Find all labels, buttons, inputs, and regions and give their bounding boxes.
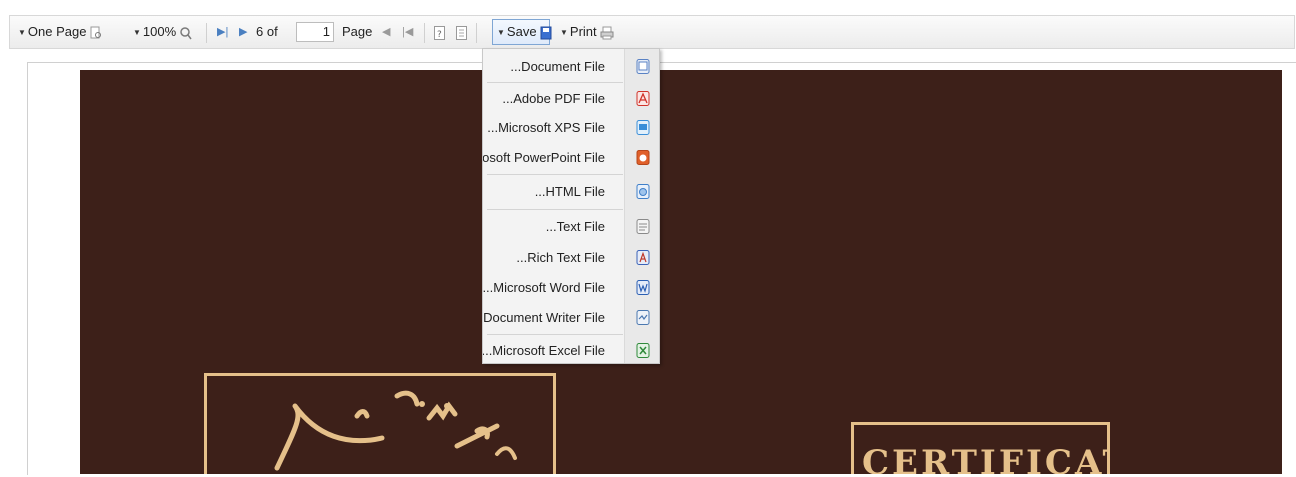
document-file-icon <box>636 59 650 74</box>
menu-item-html[interactable]: ...HTML File <box>483 176 659 207</box>
menu-item-label: ...Document File <box>510 59 605 74</box>
menu-item-label: ...Text File <box>545 219 605 234</box>
menu-item-text[interactable]: ...Text File <box>483 211 659 242</box>
save-dropdown-button[interactable]: ▼ Save <box>492 19 552 45</box>
menu-separator <box>487 174 623 175</box>
calligraphy-logo <box>274 390 517 471</box>
excel-file-icon <box>636 343 650 358</box>
one-page-dropdown[interactable]: ▼ One Page <box>18 16 102 48</box>
printer-icon <box>600 26 614 40</box>
menu-separator <box>487 209 623 210</box>
last-page-button[interactable]: ▶| <box>217 16 228 48</box>
menu-item-label: ...Rich Text File <box>516 250 605 265</box>
menu-item-label: ...OpenDocument Writer File <box>483 310 605 325</box>
menu-item-pdf[interactable]: ...Adobe PDF File <box>483 83 659 114</box>
menu-item-odt[interactable]: ...OpenDocument Writer File <box>483 302 659 333</box>
dropdown-arrow-icon: ▼ <box>560 27 568 37</box>
save-label: Save <box>506 24 537 39</box>
menu-item-label: ...Microsoft XPS File <box>487 120 605 135</box>
certificate-heading: CERTIFICATE <box>862 443 1107 474</box>
menu-item-powerpoint[interactable]: ...Microsoft PowerPoint File <box>483 142 659 173</box>
toolbar-divider <box>424 23 425 43</box>
menu-item-word[interactable]: ...Microsoft Word File <box>483 272 659 303</box>
menu-item-label: ...Adobe PDF File <box>502 91 605 106</box>
zoom-dropdown[interactable]: ▼ 100% <box>133 16 192 48</box>
rich-text-file-icon <box>636 250 650 265</box>
document-map-button[interactable] <box>456 16 467 48</box>
menu-item-excel[interactable]: ...Microsoft Excel File <box>482 335 659 363</box>
page-number-input[interactable]: 1 <box>296 22 334 42</box>
previous-page-button[interactable]: ◀ <box>382 16 390 48</box>
toolbar-divider <box>206 23 207 43</box>
menu-item-label: ...Microsoft Excel File <box>482 343 605 358</box>
one-page-label: One Page <box>27 24 87 39</box>
parameters-button[interactable]: ? <box>434 16 445 48</box>
page-count-label: 6 of <box>256 24 278 39</box>
page-magnifier-icon <box>90 26 102 39</box>
menu-item-label: ...Microsoft Word File <box>482 280 605 295</box>
first-page-icon: |◀ <box>402 26 414 38</box>
last-page-icon: ▶| <box>217 26 229 38</box>
xps-file-icon <box>636 120 650 135</box>
previous-page-icon: ◀ <box>382 26 391 38</box>
next-page-icon: ▶ <box>239 26 248 38</box>
odt-file-icon <box>636 310 650 325</box>
html-file-icon <box>636 184 650 199</box>
menu-item-label: ...HTML File <box>534 184 605 199</box>
zoom-value: 100% <box>142 24 177 39</box>
word-file-icon <box>636 280 650 295</box>
print-dropdown-button[interactable]: ▼ Print <box>560 16 614 48</box>
print-label: Print <box>569 24 597 39</box>
pdf-file-icon <box>636 91 650 106</box>
svg-text:?: ? <box>437 30 442 40</box>
first-page-button[interactable]: |◀ <box>402 16 413 48</box>
text-file-icon <box>636 219 650 234</box>
help-document-icon: ? <box>434 25 445 40</box>
document-map-icon <box>456 25 467 40</box>
powerpoint-file-icon <box>636 150 650 165</box>
save-format-menu: ...Document File ...Adobe PDF File ...Mi… <box>482 48 660 364</box>
dropdown-arrow-icon: ▼ <box>18 27 26 37</box>
report-viewer-toolbar: ▼ One Page ▼ 100% ▶| ▶ 6 of 1 Page ◀ |◀ ? … <box>9 15 1295 49</box>
floppy-disk-icon <box>540 26 552 40</box>
menu-item-document[interactable]: ...Document File <box>483 51 659 82</box>
dropdown-arrow-icon: ▼ <box>497 27 505 37</box>
menu-item-rich-text[interactable]: ...Rich Text File <box>483 242 659 273</box>
certificate-title-frame: CERTIFICATE <box>851 422 1110 474</box>
menu-item-label: ...Microsoft PowerPoint File <box>482 150 605 165</box>
dropdown-arrow-icon: ▼ <box>133 27 141 37</box>
zoom-magnifier-icon <box>180 26 192 40</box>
calligraphy-logo-frame <box>204 373 556 474</box>
next-page-button[interactable]: ▶ <box>239 16 247 48</box>
page-label: Page <box>342 24 373 39</box>
menu-item-xps[interactable]: ...Microsoft XPS File <box>483 112 659 143</box>
toolbar-divider <box>476 23 477 43</box>
